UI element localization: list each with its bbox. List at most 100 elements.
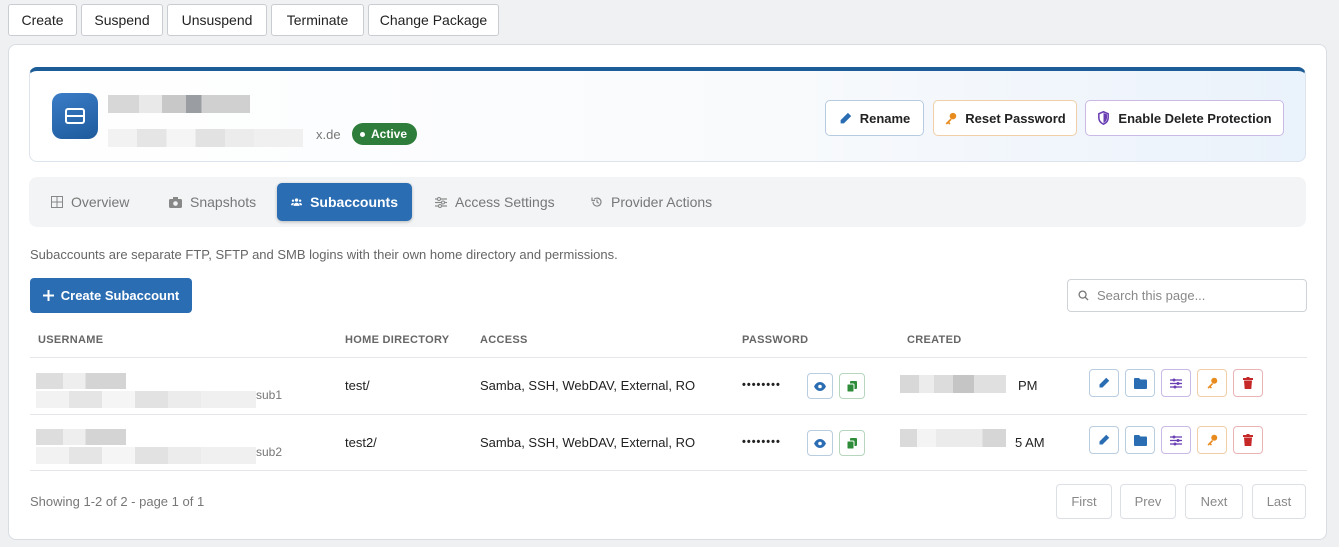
masked-password: •••••••• bbox=[742, 379, 781, 391]
reset-password-label: Reset Password bbox=[965, 110, 1066, 126]
search-icon bbox=[1078, 290, 1089, 301]
tab-snapshots[interactable]: Snapshots bbox=[155, 183, 270, 221]
created-suffix: PM bbox=[1018, 378, 1038, 393]
show-password-button[interactable] bbox=[807, 430, 833, 456]
browse-folder-button[interactable] bbox=[1125, 369, 1155, 397]
username-suffix: sub2 bbox=[256, 445, 283, 459]
subaccounts-description: Subaccounts are separate FTP, SFTP and S… bbox=[30, 247, 618, 262]
plus-icon bbox=[42, 290, 54, 301]
first-page-button[interactable]: First bbox=[1056, 484, 1112, 519]
tab-access-settings-label: Access Settings bbox=[455, 194, 555, 210]
reset-subaccount-password-button[interactable] bbox=[1197, 369, 1227, 397]
header-divider bbox=[30, 357, 1307, 358]
enable-delete-protection-label: Enable Delete Protection bbox=[1118, 110, 1272, 126]
users-icon bbox=[291, 198, 303, 206]
redacted-username bbox=[36, 373, 126, 389]
delete-subaccount-button[interactable] bbox=[1233, 426, 1263, 454]
copy-password-button[interactable] bbox=[839, 373, 865, 399]
main-card: x.de Active Rename Reset Password Enable… bbox=[8, 44, 1327, 540]
pencil-icon bbox=[1099, 377, 1110, 388]
top-toolbar: Create Suspend Unsuspend Terminate Chang… bbox=[0, 0, 1339, 40]
redacted-username bbox=[36, 391, 256, 408]
sliders-icon bbox=[435, 196, 447, 208]
change-package-button[interactable]: Change Package bbox=[368, 4, 499, 36]
delete-subaccount-button[interactable] bbox=[1233, 369, 1263, 397]
sliders-icon bbox=[1170, 435, 1182, 445]
redacted-hostname bbox=[108, 129, 303, 147]
storage-header: x.de Active Rename Reset Password Enable… bbox=[29, 67, 1306, 162]
home-directory: test2/ bbox=[345, 435, 377, 450]
pagination-summary: Showing 1-2 of 2 - page 1 of 1 bbox=[30, 494, 205, 509]
key-icon bbox=[945, 112, 957, 125]
rename-label: Rename bbox=[859, 110, 911, 126]
browse-folder-button[interactable] bbox=[1125, 426, 1155, 454]
masked-password: •••••••• bbox=[742, 436, 781, 448]
tab-overview-label: Overview bbox=[71, 194, 130, 210]
tab-overview[interactable]: Overview bbox=[37, 183, 143, 221]
last-page-button[interactable]: Last bbox=[1252, 484, 1306, 519]
trash-icon bbox=[1243, 377, 1253, 389]
enable-delete-protection-button[interactable]: Enable Delete Protection bbox=[1085, 100, 1284, 136]
create-button[interactable]: Create bbox=[8, 4, 77, 36]
edit-subaccount-button[interactable] bbox=[1089, 369, 1119, 397]
search-input[interactable] bbox=[1097, 288, 1287, 303]
reset-password-button[interactable]: Reset Password bbox=[933, 100, 1077, 136]
tab-bar: Overview Snapshots Subaccounts Access Se… bbox=[29, 177, 1306, 227]
tab-subaccounts-label: Subaccounts bbox=[310, 194, 398, 210]
rename-button[interactable]: Rename bbox=[825, 100, 924, 136]
access-settings-button[interactable] bbox=[1161, 369, 1191, 397]
redacted-created bbox=[900, 375, 1006, 393]
reset-subaccount-password-button[interactable] bbox=[1197, 426, 1227, 454]
home-directory: test/ bbox=[345, 378, 370, 393]
copy-password-button[interactable] bbox=[839, 430, 865, 456]
column-header-home-directory: HOME DIRECTORY bbox=[345, 334, 450, 346]
redacted-username bbox=[36, 429, 126, 445]
access-list: Samba, SSH, WebDAV, External, RO bbox=[480, 378, 696, 393]
unsuspend-button[interactable]: Unsuspend bbox=[167, 4, 267, 36]
create-subaccount-label: Create Subaccount bbox=[60, 288, 180, 303]
column-header-password: PASSWORD bbox=[742, 334, 809, 346]
column-header-username: USERNAME bbox=[38, 334, 104, 346]
history-icon bbox=[591, 197, 602, 207]
folder-icon bbox=[1133, 434, 1147, 446]
grid-icon bbox=[51, 196, 63, 208]
eye-icon bbox=[814, 438, 826, 448]
suspend-button[interactable]: Suspend bbox=[81, 4, 163, 36]
show-password-button[interactable] bbox=[807, 373, 833, 399]
copy-icon bbox=[847, 380, 857, 392]
hostname-suffix: x.de bbox=[316, 127, 341, 142]
key-icon bbox=[1207, 377, 1218, 389]
key-icon bbox=[1207, 434, 1218, 446]
username-suffix: sub1 bbox=[256, 388, 283, 402]
tab-access-settings[interactable]: Access Settings bbox=[421, 183, 569, 221]
row-divider bbox=[30, 414, 1307, 415]
pencil-icon bbox=[840, 112, 851, 123]
redacted-created bbox=[900, 429, 1006, 447]
create-subaccount-button[interactable]: Create Subaccount bbox=[30, 278, 192, 313]
edit-subaccount-button[interactable] bbox=[1089, 426, 1119, 454]
search-box bbox=[1067, 279, 1307, 312]
redacted-name bbox=[108, 95, 250, 113]
tab-snapshots-label: Snapshots bbox=[190, 194, 257, 210]
shield-icon bbox=[1098, 111, 1110, 125]
server-icon bbox=[52, 93, 98, 139]
access-settings-button[interactable] bbox=[1161, 426, 1191, 454]
column-header-created: CREATED bbox=[907, 334, 962, 346]
row-divider bbox=[30, 470, 1307, 471]
terminate-button[interactable]: Terminate bbox=[271, 4, 364, 36]
tab-subaccounts[interactable]: Subaccounts bbox=[277, 183, 412, 221]
tab-provider-actions[interactable]: Provider Actions bbox=[577, 183, 726, 221]
created-suffix: 5 AM bbox=[1015, 435, 1045, 450]
redacted-username bbox=[36, 447, 256, 464]
copy-icon bbox=[847, 437, 857, 449]
folder-icon bbox=[1133, 377, 1147, 389]
trash-icon bbox=[1243, 434, 1253, 446]
pencil-icon bbox=[1099, 434, 1110, 445]
tab-provider-actions-label: Provider Actions bbox=[611, 194, 713, 210]
sliders-icon bbox=[1170, 378, 1182, 388]
status-label: Active bbox=[371, 127, 408, 141]
access-list: Samba, SSH, WebDAV, External, RO bbox=[480, 435, 696, 450]
prev-page-button[interactable]: Prev bbox=[1120, 484, 1176, 519]
status-badge: Active bbox=[352, 123, 418, 145]
next-page-button[interactable]: Next bbox=[1185, 484, 1243, 519]
